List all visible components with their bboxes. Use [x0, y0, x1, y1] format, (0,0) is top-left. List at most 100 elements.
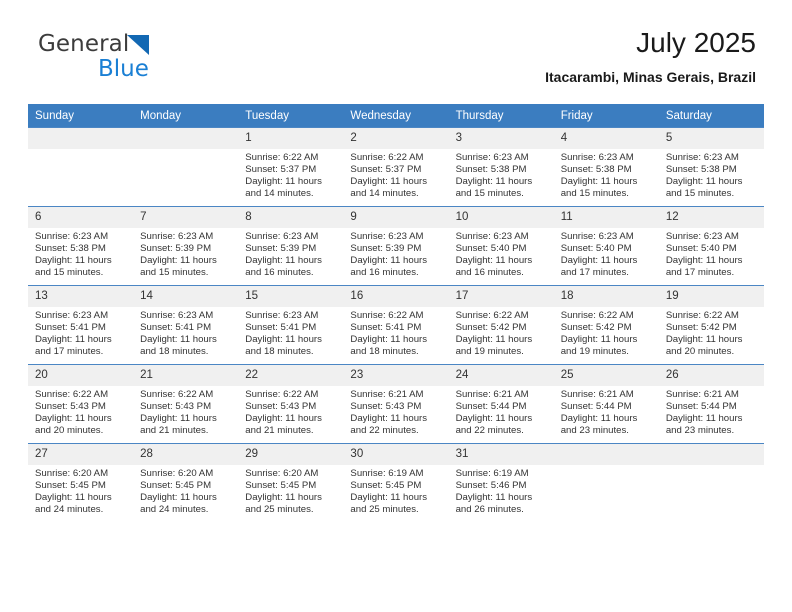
day-number: 12 [658, 207, 764, 228]
calendar-day-cell[interactable]: 6 Sunrise: 6:23 AM Sunset: 5:38 PM Daylight… [28, 206, 134, 286]
calendar-day-cell[interactable]: 9 Sunrise: 6:23 AM Sunset: 5:39 PM Daylight… [343, 206, 449, 286]
day-number [133, 128, 239, 149]
calendar-week-row: 13 Sunrise: 6:23 AM Sunset: 5:41 PM Dayligh… [28, 285, 764, 365]
sunset-text: Sunset: 5:42 PM [455, 321, 527, 333]
calendar-day-cell[interactable]: 5 Sunrise: 6:23 AM Sunset: 5:38 PM Daylight… [658, 127, 764, 207]
sunset-text: Sunset: 5:43 PM [140, 400, 212, 412]
day-details: Sunrise: 6:22 AM Sunset: 5:42 PM Daylight:… [659, 307, 764, 358]
calendar-week-row: 6 Sunrise: 6:23 AM Sunset: 5:38 PM Daylight… [28, 206, 764, 286]
weekday-header-monday: Monday [133, 104, 239, 128]
sunset-text: Sunset: 5:37 PM [350, 163, 422, 175]
calendar-day-cell[interactable]: 15 Sunrise: 6:23 AM Sunset: 5:41 PM Dayligh… [238, 285, 344, 365]
calendar-day-cell[interactable]: 18 Sunrise: 6:22 AM Sunset: 5:42 PM Dayligh… [553, 285, 659, 365]
sunrise-text: Sunrise: 6:23 AM [665, 231, 739, 242]
calendar-day-cell[interactable]: 28 Sunrise: 6:20 AM Sunset: 5:45 PM Dayligh… [133, 443, 239, 522]
calendar-day-cell[interactable]: 3 Sunrise: 6:23 AM Sunset: 5:38 PM Daylight… [448, 127, 554, 207]
sunrise-text: Sunrise: 6:23 AM [560, 152, 634, 163]
daylight-text-line1: Daylight: 11 hours [245, 491, 322, 503]
calendar-day-cell[interactable]: 25 Sunrise: 6:21 AM Sunset: 5:44 PM Dayligh… [553, 364, 659, 444]
calendar-day-cell[interactable]: 17 Sunrise: 6:22 AM Sunset: 5:42 PM Dayligh… [448, 285, 554, 365]
calendar-cell-empty [133, 127, 239, 207]
day-details: Sunrise: 6:20 AM Sunset: 5:45 PM Daylight:… [133, 465, 238, 516]
calendar-day-cell[interactable]: 8 Sunrise: 6:23 AM Sunset: 5:39 PM Daylight… [238, 206, 344, 286]
calendar-day-cell[interactable]: 31 Sunrise: 6:19 AM Sunset: 5:46 PM Dayligh… [448, 443, 554, 522]
weekday-header-row: Sunday Monday Tuesday Wednesday Thursday… [28, 104, 764, 128]
sunrise-text: Sunrise: 6:23 AM [560, 231, 634, 242]
day-details: Sunrise: 6:23 AM Sunset: 5:41 PM Daylight:… [28, 307, 133, 358]
daylight-text-line1: Daylight: 11 hours [350, 412, 428, 424]
calendar-day-cell[interactable]: 16 Sunrise: 6:22 AM Sunset: 5:41 PM Dayligh… [343, 285, 449, 365]
daylight-text-line1: Daylight: 11 hours [35, 254, 112, 266]
daylight-text-line1: Daylight: 11 hours [140, 412, 217, 424]
calendar-cell-empty [553, 443, 659, 522]
calendar-day-cell[interactable]: 4 Sunrise: 6:23 AM Sunset: 5:38 PM Daylight… [553, 127, 659, 207]
logo-text-general: General [38, 31, 130, 57]
daylight-text-line2: and 15 minutes. [35, 266, 104, 278]
sunset-text: Sunset: 5:40 PM [560, 242, 632, 254]
sunrise-text: Sunrise: 6:23 AM [140, 231, 214, 242]
sunset-text: Sunset: 5:43 PM [35, 400, 106, 412]
day-details: Sunrise: 6:21 AM Sunset: 5:43 PM Daylight:… [343, 386, 448, 437]
calendar-day-cell[interactable]: 14 Sunrise: 6:23 AM Sunset: 5:41 PM Dayligh… [133, 285, 239, 365]
daylight-text-line1: Daylight: 11 hours [665, 254, 743, 266]
day-details: Sunrise: 6:19 AM Sunset: 5:45 PM Daylight:… [343, 465, 448, 516]
calendar-day-cell[interactable]: 23 Sunrise: 6:21 AM Sunset: 5:43 PM Dayligh… [343, 364, 449, 444]
calendar-day-cell[interactable]: 22 Sunrise: 6:22 AM Sunset: 5:43 PM Dayligh… [238, 364, 344, 444]
daylight-text-line2: and 26 minutes. [455, 503, 524, 515]
sunrise-text: Sunrise: 6:20 AM [35, 468, 109, 479]
calendar-day-cell[interactable]: 13 Sunrise: 6:23 AM Sunset: 5:41 PM Dayligh… [28, 285, 134, 365]
sunset-text: Sunset: 5:41 PM [350, 321, 422, 333]
calendar-day-cell[interactable]: 21 Sunrise: 6:22 AM Sunset: 5:43 PM Dayligh… [133, 364, 239, 444]
day-number: 14 [133, 286, 239, 307]
day-number: 2 [343, 128, 449, 149]
sunrise-text: Sunrise: 6:19 AM [350, 468, 424, 479]
calendar-day-cell[interactable]: 2 Sunrise: 6:22 AM Sunset: 5:37 PM Daylight… [343, 127, 449, 207]
daylight-text-line2: and 19 minutes. [455, 345, 524, 357]
calendar-day-cell[interactable]: 26 Sunrise: 6:21 AM Sunset: 5:44 PM Dayligh… [658, 364, 764, 444]
sunrise-text: Sunrise: 6:23 AM [350, 231, 424, 242]
day-number: 15 [238, 286, 344, 307]
calendar-day-cell[interactable]: 30 Sunrise: 6:19 AM Sunset: 5:45 PM Dayligh… [343, 443, 449, 522]
day-number: 26 [658, 365, 764, 386]
calendar-day-cell[interactable]: 10 Sunrise: 6:23 AM Sunset: 5:40 PM Dayligh… [448, 206, 554, 286]
day-details: Sunrise: 6:22 AM Sunset: 5:42 PM Daylight:… [554, 307, 659, 358]
sunset-text: Sunset: 5:39 PM [245, 242, 317, 254]
daylight-text-line2: and 16 minutes. [455, 266, 524, 278]
daylight-text-line2: and 22 minutes. [455, 424, 524, 436]
calendar-day-cell[interactable]: 27 Sunrise: 6:20 AM Sunset: 5:45 PM Dayligh… [28, 443, 134, 522]
calendar-day-cell[interactable]: 1 Sunrise: 6:22 AM Sunset: 5:37 PM Daylight… [238, 127, 344, 207]
general-blue-logo[interactable]: General Blue [38, 32, 218, 86]
calendar-day-cell[interactable]: 11 Sunrise: 6:23 AM Sunset: 5:40 PM Dayligh… [553, 206, 659, 286]
daylight-text-line1: Daylight: 11 hours [140, 491, 217, 503]
sunrise-text: Sunrise: 6:22 AM [455, 310, 529, 321]
sunset-text: Sunset: 5:38 PM [455, 163, 527, 175]
daylight-text-line1: Daylight: 11 hours [455, 412, 533, 424]
daylight-text-line2: and 14 minutes. [245, 187, 314, 199]
day-details: Sunrise: 6:19 AM Sunset: 5:46 PM Daylight:… [449, 465, 554, 516]
sunrise-text: Sunrise: 6:23 AM [455, 231, 529, 242]
logo-top-row: General [38, 32, 218, 58]
calendar-day-cell[interactable]: 19 Sunrise: 6:22 AM Sunset: 5:42 PM Dayligh… [658, 285, 764, 365]
day-number: 17 [448, 286, 554, 307]
daylight-text-line1: Daylight: 11 hours [350, 491, 428, 503]
calendar-page: General Blue July 2025 Itacarambi, Minas… [0, 0, 792, 612]
daylight-text-line1: Daylight: 11 hours [560, 175, 638, 187]
page-header: General Blue July 2025 Itacarambi, Minas… [28, 26, 764, 96]
sunrise-text: Sunrise: 6:23 AM [35, 231, 109, 242]
day-number: 1 [238, 128, 344, 149]
sunset-text: Sunset: 5:42 PM [665, 321, 737, 333]
daylight-text-line2: and 23 minutes. [665, 424, 735, 436]
calendar-day-cell[interactable]: 29 Sunrise: 6:20 AM Sunset: 5:45 PM Dayligh… [238, 443, 344, 522]
sunrise-text: Sunrise: 6:23 AM [245, 310, 319, 321]
calendar-day-cell[interactable]: 7 Sunrise: 6:23 AM Sunset: 5:39 PM Daylight… [133, 206, 239, 286]
calendar-day-cell[interactable]: 20 Sunrise: 6:22 AM Sunset: 5:43 PM Dayligh… [28, 364, 134, 444]
calendar-cell-empty [28, 127, 134, 207]
day-number: 11 [553, 207, 659, 228]
day-details: Sunrise: 6:23 AM Sunset: 5:41 PM Daylight:… [133, 307, 238, 358]
sunrise-text: Sunrise: 6:22 AM [140, 389, 214, 400]
sunrise-text: Sunrise: 6:21 AM [350, 389, 424, 400]
calendar-day-cell[interactable]: 24 Sunrise: 6:21 AM Sunset: 5:44 PM Dayligh… [448, 364, 554, 444]
daylight-text-line1: Daylight: 11 hours [245, 254, 322, 266]
daylight-text-line1: Daylight: 11 hours [245, 175, 322, 187]
calendar-day-cell[interactable]: 12 Sunrise: 6:23 AM Sunset: 5:40 PM Dayligh… [658, 206, 764, 286]
